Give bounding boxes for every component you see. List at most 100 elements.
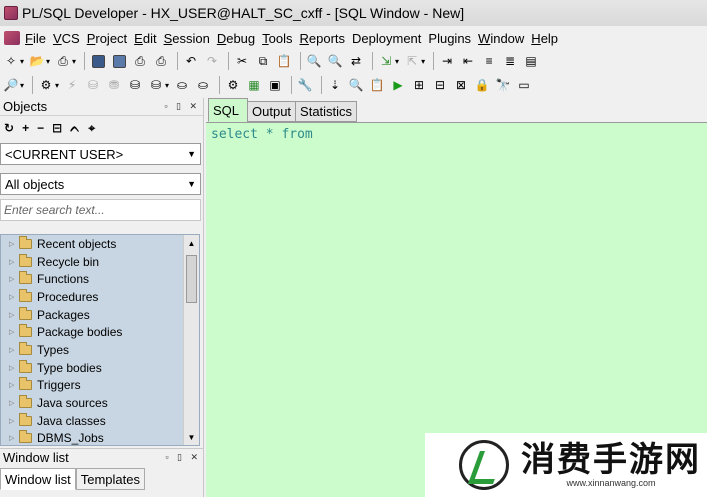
tab-sql[interactable]: SQL [208, 98, 249, 122]
compile-icon[interactable]: ⚙ [37, 76, 55, 94]
scroll-thumb[interactable] [186, 255, 197, 303]
expand-icon[interactable]: ▷ [9, 381, 19, 389]
menu-vcs[interactable]: VCS [52, 31, 86, 46]
expand-icon[interactable]: ▷ [9, 240, 19, 248]
expand-icon[interactable]: ▷ [9, 328, 19, 336]
find-objects-icon[interactable]: 🔍 [347, 76, 365, 94]
menu-session[interactable]: Session [163, 31, 216, 46]
sql-icon[interactable]: ⛁ [147, 76, 165, 94]
stop-icon[interactable]: ⊞ [410, 76, 428, 94]
new-icon[interactable]: ✧ [2, 52, 20, 70]
expand-icon[interactable]: ▷ [9, 275, 19, 283]
tree-item[interactable]: ▷ Type bodies [1, 359, 199, 377]
menu-window[interactable]: Window [477, 31, 530, 46]
menu-edit[interactable]: Edit [133, 31, 162, 46]
save-icon[interactable] [89, 52, 107, 70]
expand-icon[interactable]: ▷ [9, 346, 19, 354]
break-icon[interactable]: ⚡ [63, 76, 81, 94]
refresh-icon[interactable]: ↻ [4, 121, 14, 135]
object-filter-select[interactable]: All objects ▼ [0, 173, 201, 195]
tree-item[interactable]: ▷ Functions [1, 270, 199, 288]
indent-icon[interactable]: ⇥ [438, 52, 456, 70]
comment-icon[interactable]: ≡ [480, 52, 498, 70]
collapse-icon[interactable]: − [37, 121, 44, 135]
scroll-up-icon[interactable]: ▲ [184, 235, 199, 251]
tree-item[interactable]: ▷ Triggers [1, 377, 199, 395]
expand-icon[interactable]: + [22, 121, 29, 135]
uncomment-icon[interactable]: ≣ [501, 52, 519, 70]
execute-icon[interactable]: ▶ [389, 76, 407, 94]
window-list-icon[interactable]: ⊠ [452, 76, 470, 94]
paste-icon[interactable]: 📋 [275, 52, 293, 70]
find-next-icon[interactable]: 🔍 [326, 52, 344, 70]
new-dropdown-icon[interactable]: ▾ [20, 57, 24, 66]
expand-icon[interactable]: ▷ [9, 364, 19, 372]
session-icon[interactable]: ⛁ [126, 76, 144, 94]
database-icon[interactable]: ⛀ [173, 76, 191, 94]
tree-item[interactable]: ▷ Package bodies [1, 323, 199, 341]
document-icon[interactable]: ▤ [522, 52, 540, 70]
menu-debug[interactable]: Debug [216, 31, 261, 46]
expand-icon[interactable]: ▷ [9, 399, 19, 407]
undo-icon[interactable]: ↶ [182, 52, 200, 70]
expand-icon[interactable]: ▷ [9, 258, 19, 266]
tree-item[interactable]: ▷ Procedures [1, 288, 199, 306]
search-input[interactable]: Enter search text... [0, 199, 201, 221]
explain-plan-icon[interactable]: ⚙ [224, 76, 242, 94]
lock-icon[interactable]: 🔒 [473, 76, 491, 94]
save-all-icon[interactable] [110, 52, 128, 70]
search-icon[interactable]: 🔎 [2, 76, 20, 94]
tree-item[interactable]: ▷ Recent objects [1, 235, 199, 253]
compile-dropdown-icon[interactable]: ▾ [55, 81, 59, 90]
find-icon[interactable]: ᨈ [70, 121, 80, 136]
tab-window-list[interactable]: Window list [0, 468, 76, 490]
expand-icon[interactable]: ▷ [9, 293, 19, 301]
console-icon[interactable]: ▭ [515, 76, 533, 94]
import-icon[interactable]: ⇲ [377, 52, 395, 70]
sql-dropdown-icon[interactable]: ▾ [165, 81, 169, 90]
tab-templates[interactable]: Templates [75, 468, 145, 490]
menu-plugins[interactable]: Plugins [427, 31, 477, 46]
replace-icon[interactable]: ⇄ [347, 52, 365, 70]
panel-controls[interactable]: ▫ ▯ ✕ [165, 452, 201, 463]
export-icon[interactable]: ⇱ [403, 52, 421, 70]
menu-tools[interactable]: Tools [261, 31, 298, 46]
find-icon[interactable]: 🔍 [305, 52, 323, 70]
connect-icon[interactable]: ⛀ [194, 76, 212, 94]
tree-item[interactable]: ▷ DBMS_Jobs [1, 430, 199, 445]
search-dropdown-icon[interactable]: ▾ [20, 81, 24, 90]
user-select[interactable]: <CURRENT USER> ▼ [0, 143, 201, 165]
tree-scrollbar[interactable]: ▲ ▼ [183, 235, 199, 445]
outdent-icon[interactable]: ⇤ [459, 52, 477, 70]
redo-icon[interactable]: ↷ [203, 52, 221, 70]
tree-item[interactable]: ▷ Packages [1, 306, 199, 324]
recent-dropdown-icon[interactable]: ▾ [72, 57, 76, 66]
copy-icon[interactable]: ⧉ [254, 52, 272, 70]
scroll-down-icon[interactable]: ▼ [184, 429, 199, 445]
filter-icon[interactable]: ⊟ [52, 121, 62, 135]
panel-controls[interactable]: ▫ ▯ ✕ [164, 101, 200, 112]
open-icon[interactable]: 📂 [28, 52, 46, 70]
menu-file[interactable]: File [24, 31, 52, 46]
window-menu-icon[interactable] [4, 31, 20, 45]
debug-icon[interactable]: ⊟ [431, 76, 449, 94]
tab-statistics[interactable]: Statistics [295, 101, 358, 122]
menu-project[interactable]: Project [86, 31, 133, 46]
tree-item[interactable]: ▷ Recycle bin [1, 253, 199, 271]
cut-icon[interactable]: ✂ [233, 52, 251, 70]
rollback-icon[interactable]: ⛃ [105, 76, 123, 94]
step-icon[interactable]: ⇣ [326, 76, 344, 94]
clipboard-icon[interactable]: 📋 [368, 76, 386, 94]
expand-icon[interactable]: ▷ [9, 434, 19, 442]
preferences-icon[interactable]: 🔧 [296, 76, 314, 94]
tree-item[interactable]: ▷ Java classes [1, 412, 199, 430]
menu-deployment[interactable]: Deployment [351, 31, 427, 46]
recent-icon[interactable]: ⎙ [54, 52, 72, 70]
expand-icon[interactable]: ▷ [9, 417, 19, 425]
expand-icon[interactable]: ▷ [9, 311, 19, 319]
menu-reports[interactable]: Reports [299, 31, 352, 46]
print-preview-icon[interactable]: ⎙ [152, 52, 170, 70]
binoculars-icon[interactable]: 🔭 [494, 76, 512, 94]
commit-icon[interactable]: ⛁ [84, 76, 102, 94]
tree-item[interactable]: ▷ Java sources [1, 394, 199, 412]
